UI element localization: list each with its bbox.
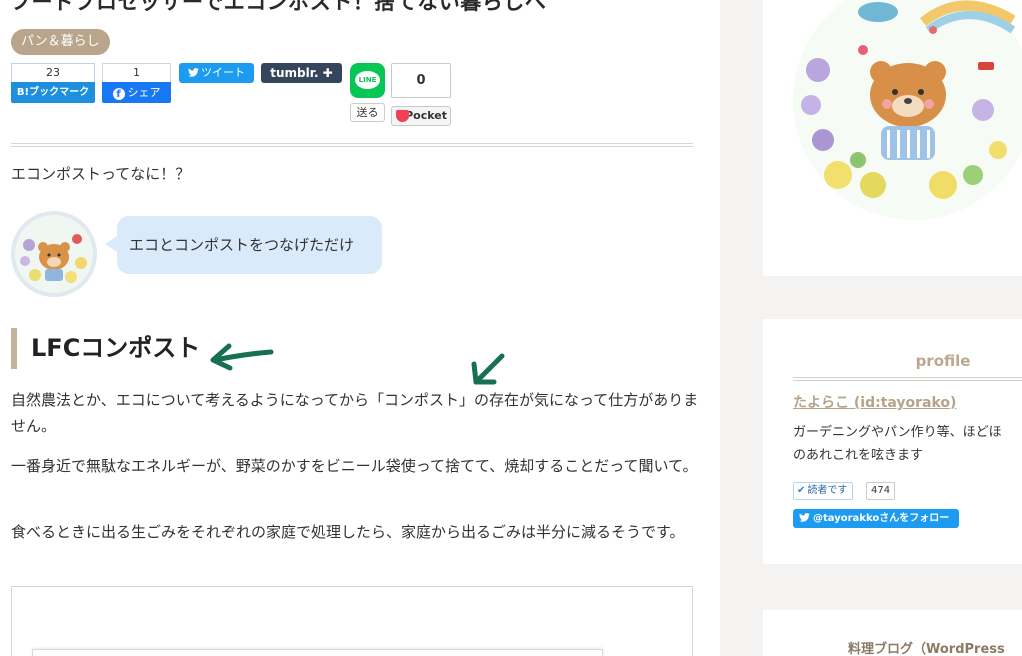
pocket-label: Pocket [405,109,447,122]
down-left-arrow-icon [471,353,505,385]
facebook-icon: f [112,88,125,100]
paragraph-3: 食べるときに出る生ごみをそれぞれの家庭で処理したら、家庭から出るごみは半分に減る… [11,523,685,541]
line-share-button[interactable]: LINE [350,63,385,98]
profile-description: ガーデニングやパン作り等、ほどほ のあれこれを呟きます [793,421,1022,467]
embedded-content-frame [11,586,693,656]
article-title: フードプロセッサーでエコンポスト！捨てない暮らしへ [10,0,547,14]
hatena-count: 23 [11,63,95,82]
heading-accent-bar [11,328,17,369]
twitter-bird-icon [799,513,810,522]
tweet-label: ツイート [201,66,245,79]
facebook-share-button[interactable]: 1 f シェア [102,63,171,103]
left-arrow-icon [210,343,274,371]
paragraph-2: 一番身近で無駄なエネルギーが、野菜のかすをビニール袋使って捨てて、焼却することだ… [11,457,698,475]
line-icon: LINE [355,71,380,89]
embedded-inner-card [32,649,603,656]
bear-garden-illustration-icon [793,0,1022,220]
profile-user-link[interactable]: たよらこ (id:tayorako) [793,392,956,412]
hatena-label: B!ブックマーク [11,82,95,103]
divider [11,143,693,144]
checkmark-icon: ✔ [797,485,806,496]
bear-illustration-icon [15,215,93,293]
tumblr-share-button[interactable]: tumblr. ✚ [261,63,342,83]
intro-text: エコンポストってなに！？ [11,165,191,183]
speech-bubble: エコとコンポストをつなげただけ [105,216,382,274]
pocket-count: 0 [391,63,451,98]
reader-button[interactable]: ✔ 読者です [793,482,854,500]
twitter-follow-button[interactable]: @tayorakkoさんをフォロー [793,509,959,528]
line-send-label[interactable]: 送る [350,103,385,122]
reader-label: 読者です [807,485,848,496]
profile-description-line: ガーデニングやパン作り等、ほどほ [793,425,1002,440]
profile-title: profile [915,352,971,370]
section-heading: LFCコンポスト [31,334,201,362]
follow-label: @tayorakkoさんをフォロー [813,513,950,524]
divider [11,146,693,147]
facebook-label: シェア [127,86,161,99]
sidebar-section-title: 料理ブログ（WordPress [848,642,1005,656]
profile-description-line: のあれこれを呟きます [793,448,924,463]
author-avatar [11,211,97,297]
sidebar-header-card [763,0,1022,276]
pocket-button[interactable]: Pocket [391,106,451,126]
hatena-bookmark-button[interactable]: 23 B!ブックマーク [11,63,95,103]
category-badge[interactable]: パン＆暮らし [11,29,110,55]
profile-divider [793,377,1022,378]
profile-divider [793,380,1022,381]
twitter-bird-icon [188,68,199,77]
reader-count: 474 [866,482,896,500]
facebook-count: 1 [102,63,171,82]
paragraph-1: 自然農法とか、エコについて考えるようになってから「コンポスト」の存在が気になって… [11,391,699,435]
tweet-button[interactable]: ツイート [179,63,254,83]
